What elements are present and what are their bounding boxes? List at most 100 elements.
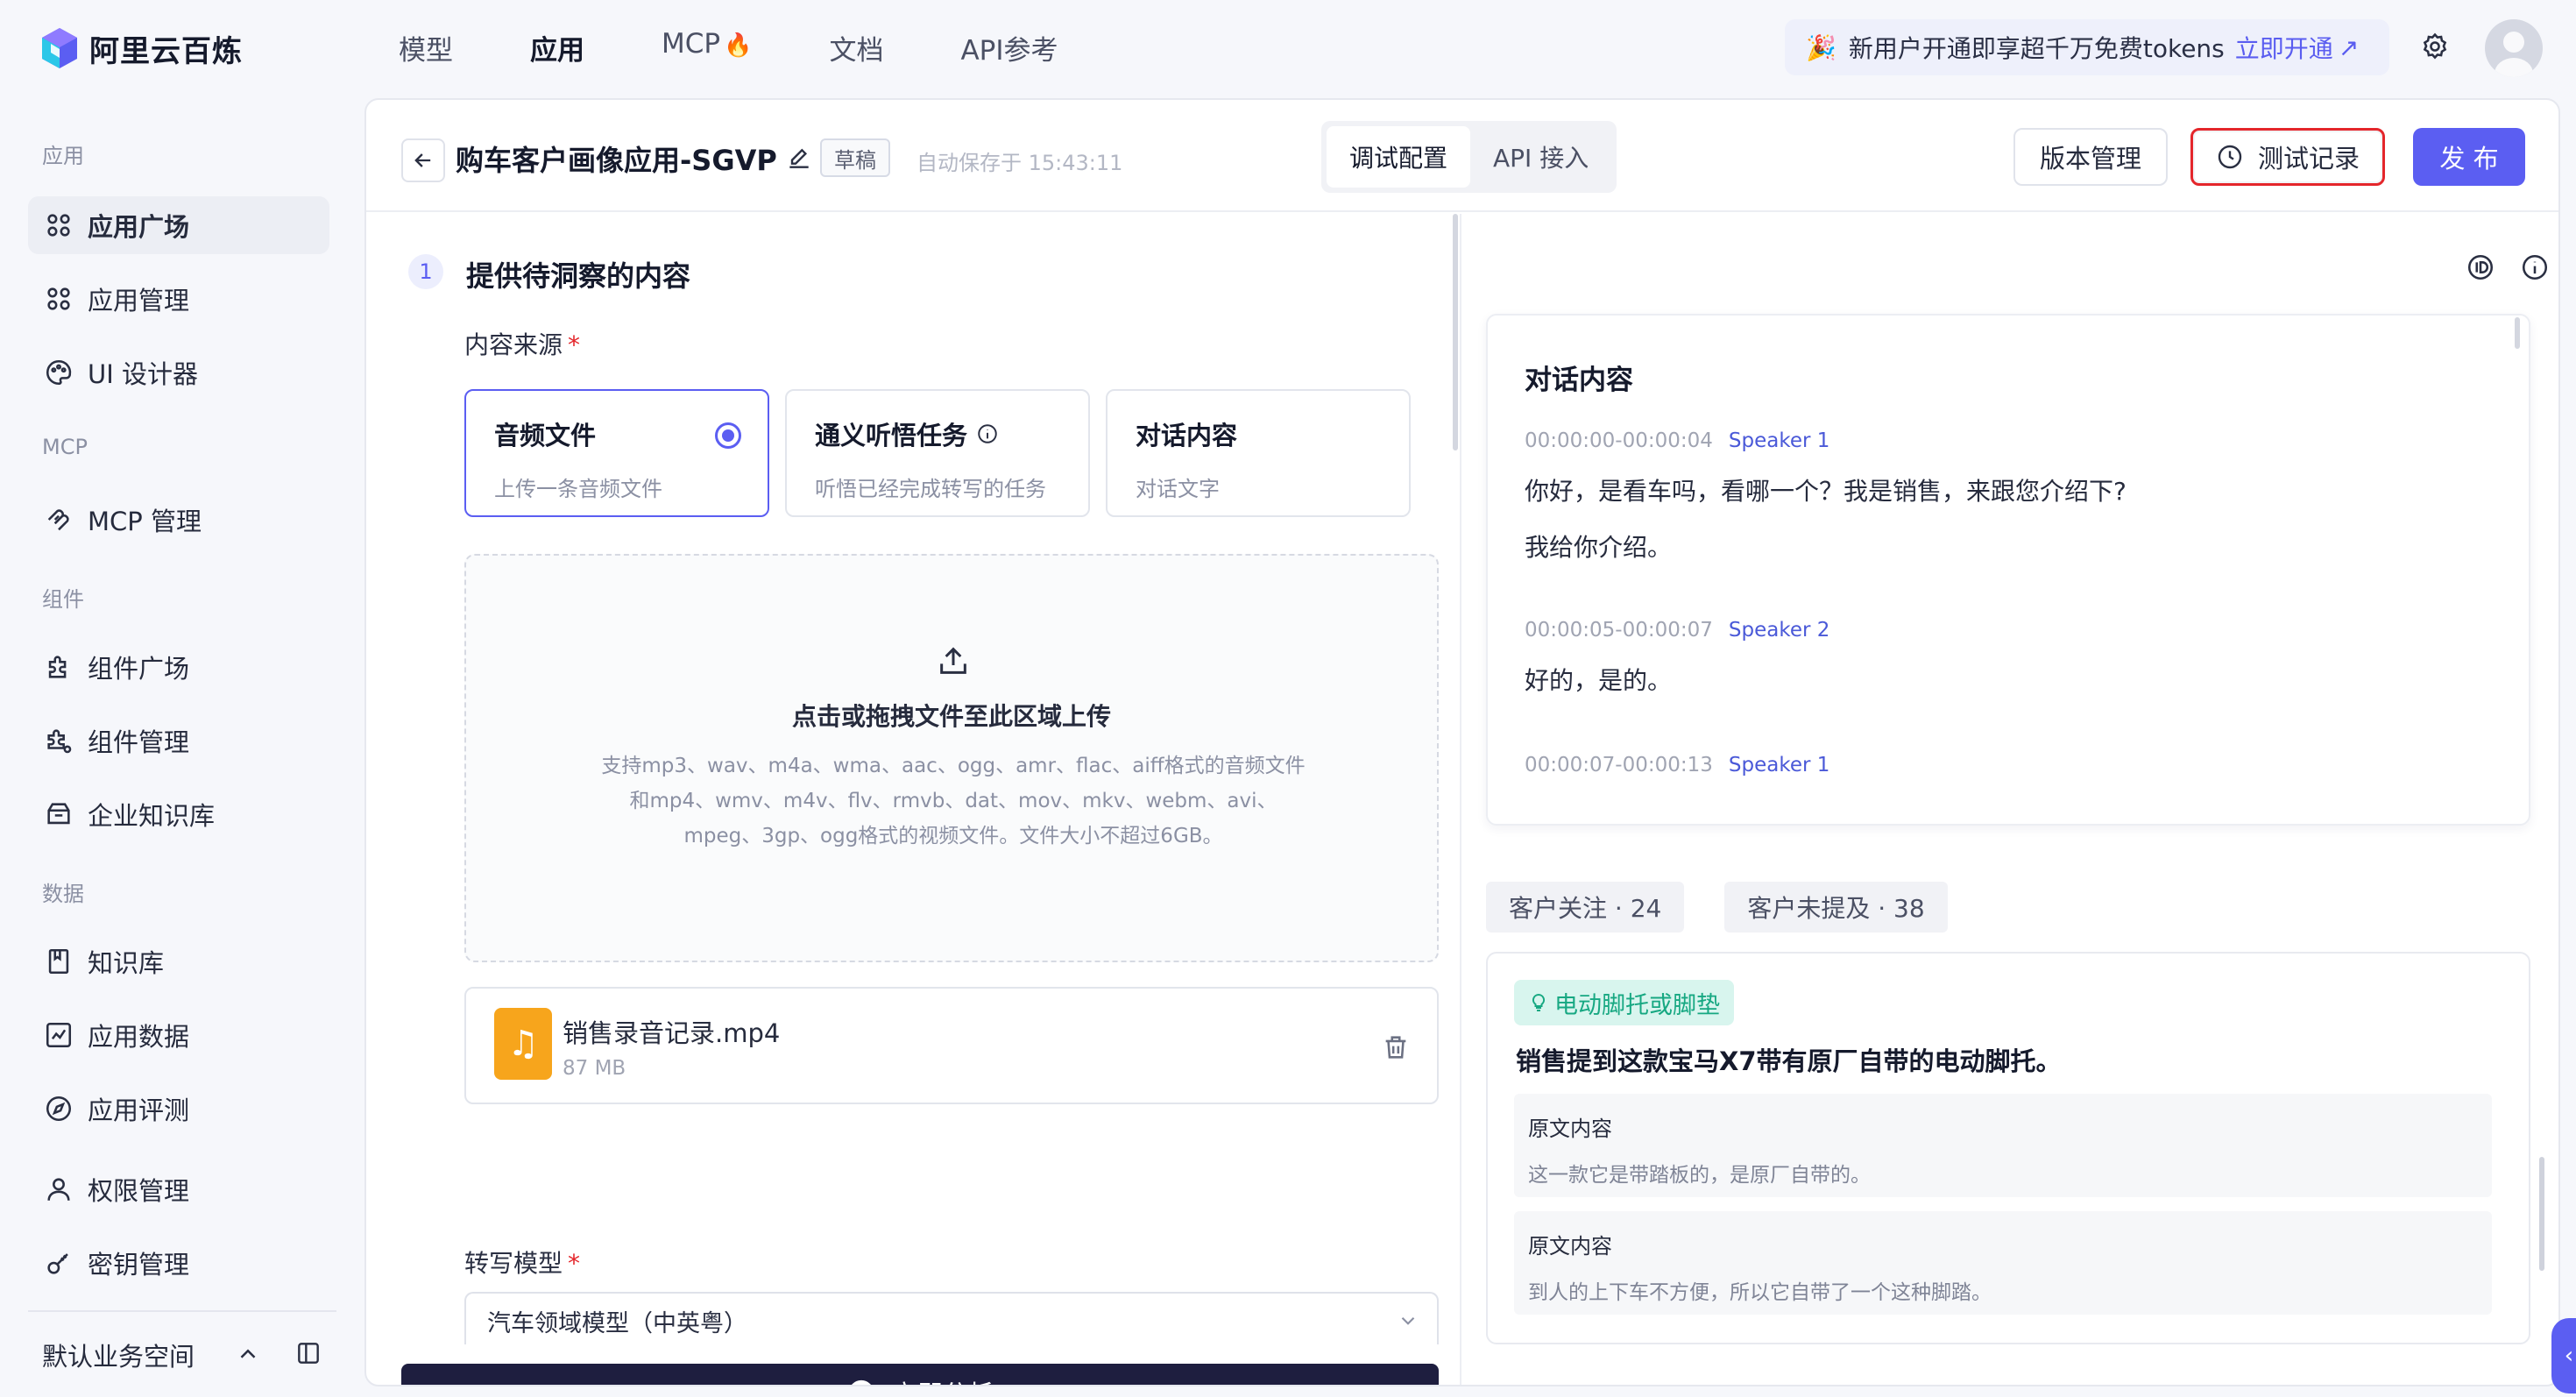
sidebar-item-app-data[interactable]: 应用数据 bbox=[28, 1006, 329, 1064]
nav-item-models[interactable]: 模型 bbox=[399, 28, 453, 67]
nav-item-mcp[interactable]: MCP 🔥 bbox=[662, 28, 752, 67]
party-icon: 🎉 bbox=[1806, 32, 1836, 62]
grid-icon bbox=[47, 287, 70, 310]
sidebar-item-label: 组件管理 bbox=[88, 727, 190, 757]
compass-icon bbox=[46, 1096, 72, 1122]
option-subtitle: 对话文字 bbox=[1136, 477, 1220, 501]
promo-banner[interactable]: 🎉 新用户开通即享超千万免费tokens 立即开通 ↗ bbox=[1785, 19, 2389, 75]
sidebar-item-app-eval[interactable]: 应用评测 bbox=[28, 1080, 329, 1138]
nav-item-apps[interactable]: 应用 bbox=[530, 28, 584, 67]
option-conversation[interactable]: 对话内容 对话文字 bbox=[1106, 389, 1411, 517]
upload-description: 支持mp3、wav、m4a、wma、aac、ogg、amr、flac、aiff格… bbox=[601, 755, 1306, 847]
puzzle-gear-icon bbox=[47, 729, 72, 754]
conversation-card: 对话内容 00:00:00-00:00:04 Speaker 1 你好，是看车吗，… bbox=[1486, 314, 2530, 826]
conversation-scrollbar[interactable] bbox=[2515, 317, 2520, 349]
segment-text: 我给你介绍。 bbox=[1525, 533, 1673, 562]
source-label: 内容来源 * bbox=[464, 326, 580, 361]
panel-toggle-button[interactable]: ‹ bbox=[2551, 1318, 2576, 1393]
segment-time: 00:00:07-00:00:13 bbox=[1525, 754, 1713, 777]
fire-icon: 🔥 bbox=[724, 32, 753, 59]
top-bar: 阿里云百炼 模型 应用 MCP 🔥 文档 API参考 🎉 新用户开通即享超千万免费… bbox=[0, 0, 2576, 98]
sidebar-item-permissions[interactable]: 权限管理 bbox=[28, 1160, 329, 1218]
workspace-switcher[interactable]: 默认业务空间 bbox=[42, 1337, 195, 1373]
insight-card: 电动脚托或脚垫 销售提到这款宝马X7带有原厂自带的电动脚托。 原文内容 这一款它… bbox=[1486, 952, 2530, 1344]
model-select[interactable]: 汽车领域模型（中英粤） bbox=[464, 1292, 1439, 1344]
chevron-up-icon[interactable] bbox=[235, 1341, 261, 1367]
clock-icon bbox=[2218, 145, 2242, 169]
logo-text: 阿里云百炼 bbox=[89, 33, 243, 69]
sidebar-item-key-manage[interactable]: 密钥管理 bbox=[28, 1234, 329, 1292]
nav-item-api[interactable]: API参考 bbox=[960, 28, 1058, 67]
analyze-button[interactable]: 立即分析 bbox=[401, 1364, 1439, 1385]
nav-item-mcp-label: MCP bbox=[662, 28, 721, 60]
quote-text: 这一款它是带踏板的，是原厂自带的。 bbox=[1528, 1164, 1871, 1187]
sidebar-item-knowledge-base[interactable]: 知识库 bbox=[28, 933, 329, 990]
config-pane: 1 提供待洞察的内容 内容来源 * 音频文件 上传一条音频文件 通义听悟任务 听悟… bbox=[366, 214, 1461, 1385]
analyze-label: 立即分析 bbox=[892, 1374, 994, 1385]
avatar[interactable] bbox=[2485, 19, 2543, 77]
sidebar-item-app-manage[interactable]: 应用管理 bbox=[28, 270, 329, 328]
id-icon[interactable] bbox=[2466, 252, 2495, 282]
test-records-label: 测试记录 bbox=[2257, 144, 2360, 174]
sidebar-item-ui-designer[interactable]: UI 设计器 bbox=[28, 344, 329, 401]
publish-button[interactable]: 发 布 bbox=[2413, 128, 2525, 186]
user-icon bbox=[47, 1178, 70, 1201]
edit-icon[interactable] bbox=[785, 144, 813, 172]
sidebar-item-label: 应用评测 bbox=[88, 1096, 190, 1125]
back-button[interactable] bbox=[401, 138, 445, 182]
sidebar-item-label: 知识库 bbox=[88, 948, 165, 978]
tab-customer-focus[interactable]: 客户关注 · 24 bbox=[1486, 882, 1685, 933]
sidebar-item-component-plaza[interactable]: 组件广场 bbox=[28, 638, 329, 696]
radio-selected[interactable] bbox=[715, 422, 741, 449]
tab-debug-config[interactable]: 调试配置 bbox=[1327, 126, 1471, 188]
quote-label: 原文内容 bbox=[1528, 1234, 1612, 1259]
nav-item-docs[interactable]: 文档 bbox=[829, 28, 883, 67]
test-records-button[interactable]: 测试记录 bbox=[2190, 128, 2385, 186]
sidebar-item-app-plaza[interactable]: 应用广场 bbox=[28, 196, 329, 254]
segment-time: 00:00:05-00:00:07 bbox=[1525, 619, 1713, 642]
conversation-title: 对话内容 bbox=[1525, 365, 1633, 396]
arrow-up-right-icon: ↗ bbox=[2338, 32, 2360, 62]
option-audio-file[interactable]: 音频文件 上传一条音频文件 bbox=[464, 389, 769, 517]
sidebar-item-label: 权限管理 bbox=[88, 1176, 190, 1206]
app-header: 购车客户画像应用-SGVP 草稿 自动保存于 15:43:11 调试配置 API… bbox=[366, 100, 2558, 212]
insight-scrollbar[interactable] bbox=[2539, 1157, 2544, 1271]
segment-speaker: Speaker 1 bbox=[1728, 754, 1830, 777]
insight-tag: 电动脚托或脚垫 bbox=[1514, 980, 1734, 1025]
tab-api-access[interactable]: API 接入 bbox=[1470, 126, 1611, 188]
step-number: 1 bbox=[408, 254, 443, 289]
left-scrollbar[interactable] bbox=[1453, 214, 1458, 450]
logo[interactable]: 阿里云百炼 bbox=[39, 26, 243, 70]
insight-summary: 销售提到这款宝马X7带有原厂自带的电动脚托。 bbox=[1516, 1046, 2062, 1076]
upload-title: 点击或拖拽文件至此区域上传 bbox=[791, 702, 1111, 731]
promo-cta-link[interactable]: 立即开通 bbox=[2235, 30, 2333, 65]
lightbulb-icon bbox=[1532, 993, 1546, 1011]
sidebar-section-data: 数据 bbox=[42, 882, 84, 906]
segment-speaker: Speaker 2 bbox=[1728, 619, 1830, 642]
info-icon[interactable] bbox=[2520, 252, 2550, 282]
transcript-segment: 00:00:05-00:00:07 Speaker 2 好的，是的。 bbox=[1525, 619, 2488, 698]
sidebar-item-mcp-manage[interactable]: MCP 管理 bbox=[28, 491, 329, 549]
segment-speaker: Speaker 1 bbox=[1728, 429, 1830, 452]
upload-dropzone[interactable]: 点击或拖拽文件至此区域上传 支持mp3、wav、m4a、wma、aac、ogg、… bbox=[464, 554, 1439, 962]
model-label-text: 转写模型 bbox=[464, 1249, 563, 1278]
version-manage-button[interactable]: 版本管理 bbox=[2013, 128, 2168, 186]
logo-mark-icon bbox=[39, 26, 81, 70]
archive-icon bbox=[47, 803, 70, 825]
chevron-left-icon: ‹ bbox=[2564, 1343, 2574, 1369]
sidebar-item-label: 应用管理 bbox=[88, 286, 190, 316]
insight-tabs: 客户关注 · 24 客户未提及 · 38 bbox=[1486, 882, 1988, 933]
tab-customer-not-mentioned[interactable]: 客户未提及 · 38 bbox=[1724, 882, 1948, 933]
option-title: 通义听悟任务 bbox=[815, 421, 968, 450]
sidebar-collapse-icon[interactable] bbox=[294, 1339, 322, 1367]
sidebar-item-label: 组件广场 bbox=[88, 654, 190, 684]
quote-block: 原文内容 这一款它是带踏板的，是原厂自带的。 bbox=[1514, 1094, 2492, 1197]
sidebar-item-component-manage[interactable]: 组件管理 bbox=[28, 712, 329, 769]
model-select-value: 汽车领域模型（中英粤） bbox=[487, 1310, 747, 1337]
trash-icon[interactable] bbox=[1381, 1032, 1411, 1062]
info-icon[interactable] bbox=[976, 422, 999, 445]
sidebar-item-enterprise-kb[interactable]: 企业知识库 bbox=[28, 785, 329, 843]
option-tingwu-task[interactable]: 通义听悟任务 听悟已经完成转写的任务 bbox=[785, 389, 1090, 517]
segment-text: 好的，是的。 bbox=[1525, 666, 1673, 695]
gear-icon[interactable] bbox=[2420, 32, 2450, 61]
